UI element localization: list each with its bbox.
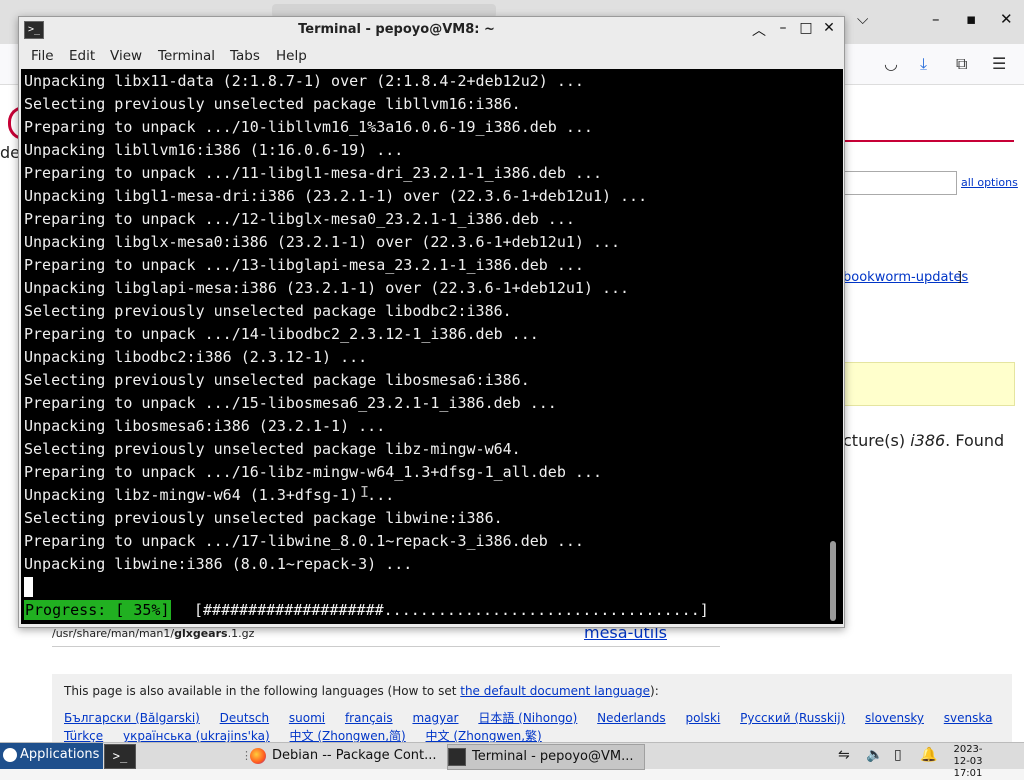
bracket-text: ] [957, 270, 963, 285]
terminal-line: Unpacking libglx-mesa0:i386 (23.2.1-1) o… [24, 233, 621, 251]
firefox-icon [250, 747, 266, 764]
extensions-icon[interactable]: ⧉ [956, 54, 967, 74]
terminal-line: Preparing to unpack .../13-libglapi-mesa… [24, 256, 584, 274]
tab-list-chevron-icon[interactable]: ⌵ [857, 10, 868, 28]
terminal-line: Preparing to unpack .../10-libllvm16_1%3… [24, 118, 593, 136]
architecture-text: cture(s) i386. Found [843, 431, 1005, 450]
maximize-icon[interactable]: ▪ [966, 10, 976, 28]
clock[interactable]: 2023-12-03 17:01 [948, 744, 988, 780]
maximize-icon[interactable]: □ [796, 20, 816, 36]
language-link[interactable]: Deutsch [220, 711, 269, 725]
progress-bar: [####################...................… [194, 601, 709, 619]
bookworm-updates-link[interactable]: bookworm-updates [843, 270, 968, 285]
language-link[interactable]: 日本語 (Nihongo) [478, 711, 577, 725]
language-link[interactable]: français [345, 711, 393, 725]
terminal-line: Unpacking libz-mingw-w64 (1.3+dfsg-1) ..… [24, 486, 395, 504]
terminal-line: Unpacking libx11-data (2:1.8.7-1) over (… [24, 72, 584, 90]
terminal-line: Selecting previously unselected package … [24, 509, 503, 527]
language-link[interactable]: Русский (Russkij) [740, 711, 845, 725]
language-link[interactable]: Türkçe [64, 729, 103, 743]
menu-terminal[interactable]: Terminal [158, 48, 215, 64]
language-link[interactable]: svenska [944, 711, 993, 725]
terminal-line: Selecting previously unselected package … [24, 302, 512, 320]
clock-time: 17:01 [953, 768, 983, 779]
language-link[interactable]: suomi [289, 711, 325, 725]
language-link[interactable]: Български (Bălgarski) [64, 711, 200, 725]
terminal-line: Preparing to unpack .../11-libgl1-mesa-d… [24, 164, 602, 182]
language-intro: This page is also available in the follo… [64, 684, 659, 698]
applications-label: Applications [20, 747, 100, 762]
terminal-line: Unpacking libglapi-mesa:i386 (23.2.1-1) … [24, 279, 630, 297]
task-browser[interactable]: Debian -- Package Cont... [250, 744, 442, 768]
terminal-output[interactable]: Unpacking libx11-data (2:1.8.7-1) over (… [21, 69, 825, 624]
language-link[interactable]: 中文 (Zhongwen,繁) [426, 729, 542, 743]
default-language-link[interactable]: the default document language [460, 684, 650, 698]
terminal-line: Preparing to unpack .../17-libwine_8.0.1… [24, 532, 584, 550]
menu-icon[interactable]: ☰ [992, 54, 1006, 73]
debian-icon [3, 747, 17, 762]
clock-date: 2023-12-03 [953, 744, 983, 767]
row-divider [52, 646, 720, 647]
language-row-1: Български (Bălgarski) Deutsch suomi fran… [64, 709, 1008, 726]
debian-logo-text: de [0, 143, 20, 162]
terminal-line: Unpacking libosmesa6:i386 (23.2.1-1) ... [24, 417, 386, 435]
terminal-line: Unpacking libgl1-mesa-dri:i386 (23.2.1-1… [24, 187, 648, 205]
text-cursor-icon: I [360, 483, 370, 501]
volume-icon[interactable]: 🔈 [866, 747, 883, 763]
downloads-icon[interactable]: ⤓ [920, 54, 927, 74]
language-box: This page is also available in the follo… [52, 674, 1012, 743]
terminal-line: Preparing to unpack .../14-libodbc2_2.3.… [24, 325, 539, 343]
terminal-icon [448, 747, 466, 766]
terminal-line: Preparing to unpack .../15-libosmesa6_23… [24, 394, 557, 412]
notification-bell-icon[interactable]: 🔔 [920, 747, 937, 763]
progress-label: Progress: [ 35%] [24, 600, 171, 620]
minimize-icon[interactable]: – [773, 20, 793, 36]
header-divider [843, 140, 1014, 142]
task-label: Terminal - pepoyo@VM... [472, 749, 634, 764]
terminal-scrollbar[interactable] [825, 69, 843, 624]
menu-file[interactable]: File [31, 48, 54, 64]
all-options-link[interactable]: all options [961, 176, 1018, 189]
language-link[interactable]: 中文 (Zhongwen,简) [290, 729, 406, 743]
terminal-window: >_ Terminal - pepoyo@VM8: ~ ︿ – □ ✕ File… [18, 16, 845, 628]
terminal-line: Selecting previously unselected package … [24, 95, 521, 113]
close-icon[interactable]: ✕ [1000, 10, 1013, 28]
terminal-line: Preparing to unpack .../16-libz-mingw-w6… [24, 463, 602, 481]
pocket-icon[interactable]: ◡ [884, 54, 898, 73]
battery-icon[interactable]: ▯ [894, 747, 902, 763]
menu-view[interactable]: View [110, 48, 142, 64]
task-label: Debian -- Package Cont... [272, 748, 437, 763]
task-terminal[interactable]: Terminal - pepoyo@VM... [447, 744, 645, 770]
menu-edit[interactable]: Edit [69, 48, 95, 64]
language-link[interactable]: Nederlands [597, 711, 665, 725]
language-link[interactable]: slovensky [865, 711, 924, 725]
terminal-line: Selecting previously unselected package … [24, 371, 530, 389]
notice-box [843, 362, 1015, 406]
terminal-title: Terminal - pepoyo@VM8: ~ [298, 22, 495, 37]
scrollbar-thumb[interactable] [830, 541, 836, 621]
terminal-line: Unpacking libodbc2:i386 (2.3.12-1) ... [24, 348, 368, 366]
terminal-menubar: File Edit View Terminal Tabs Help [19, 45, 844, 69]
chevron-up-icon[interactable]: ︿ [749, 20, 769, 40]
search-input[interactable] [843, 171, 957, 195]
terminal-launcher-icon[interactable]: >_ [104, 744, 136, 769]
terminal-line: Unpacking libllvm16:i386 (1:16.0.6-19) .… [24, 141, 404, 159]
menu-help[interactable]: Help [276, 48, 307, 64]
terminal-titlebar[interactable]: >_ Terminal - pepoyo@VM8: ~ ︿ – □ ✕ [19, 17, 844, 45]
menu-tabs[interactable]: Tabs [230, 48, 260, 64]
network-icon[interactable]: ⇋ [838, 747, 850, 763]
language-link[interactable]: magyar [412, 711, 458, 725]
taskbar: Applications >_ ⋮ Debian -- Package Cont… [0, 742, 1024, 779]
terminal-line: Selecting previously unselected package … [24, 440, 521, 458]
terminal-cursor [24, 577, 33, 597]
language-link[interactable]: українська (ukrajins'ka) [123, 729, 270, 743]
terminal-line: Unpacking libwine:i386 (8.0.1~repack-3) … [24, 555, 413, 573]
language-link[interactable]: polski [685, 711, 720, 725]
file-path: /usr/share/man/man1/glxgears.1.gz [52, 627, 255, 640]
minimize-icon[interactable]: – [932, 10, 940, 28]
terminal-line: Preparing to unpack .../12-libglx-mesa0_… [24, 210, 575, 228]
applications-menu-button[interactable]: Applications [0, 743, 103, 769]
close-icon[interactable]: ✕ [819, 20, 839, 36]
